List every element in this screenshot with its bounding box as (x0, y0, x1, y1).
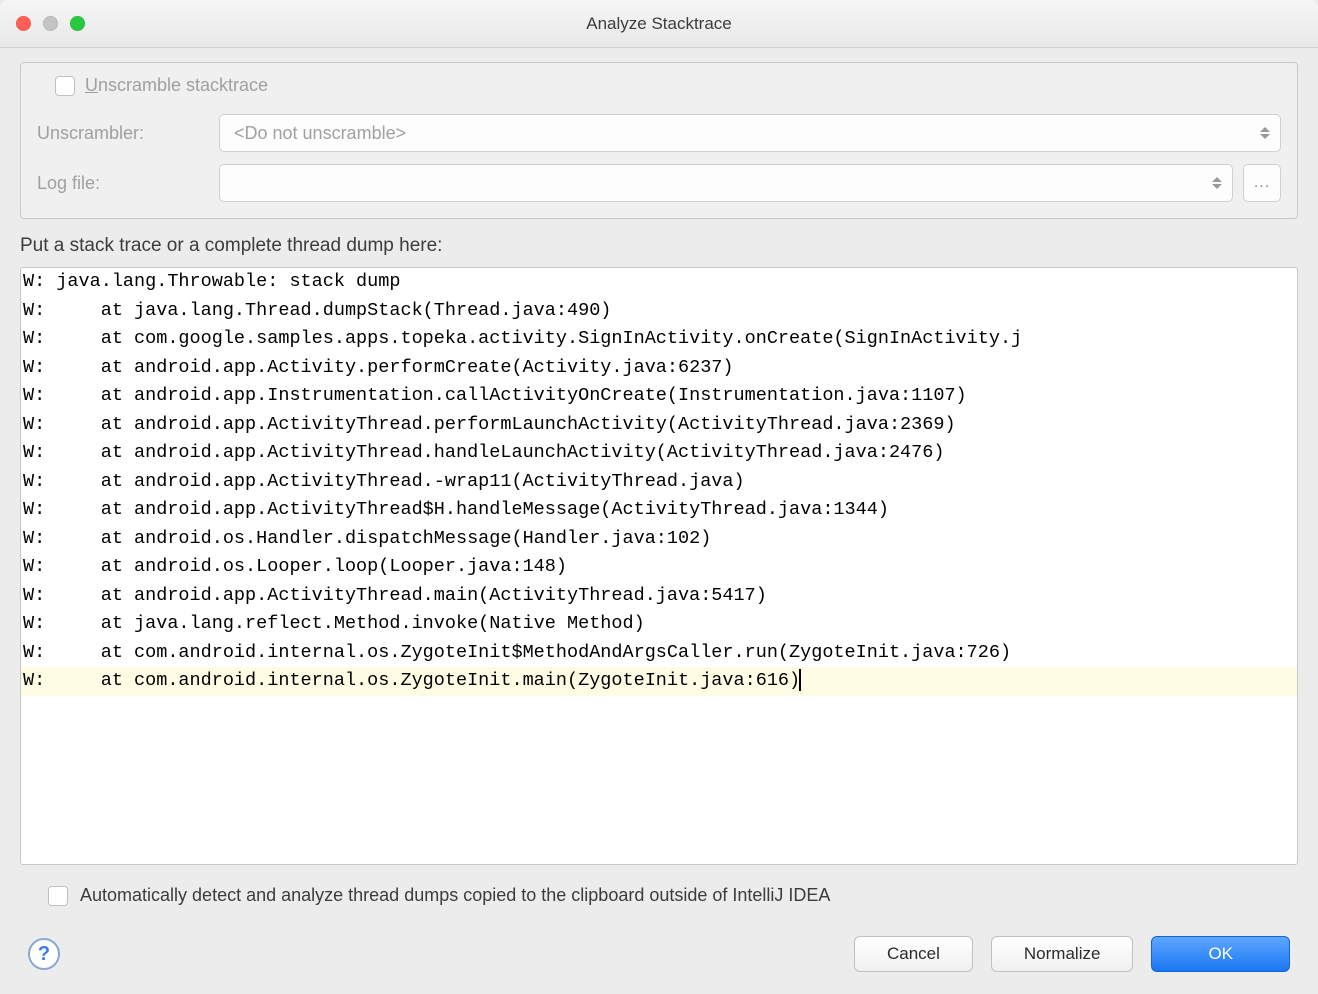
unscramble-group: Unscramble stacktrace Unscrambler: <Do n… (20, 62, 1298, 219)
stacktrace-line: W: at com.android.internal.os.ZygoteInit… (21, 667, 1297, 696)
window-title: Analyze Stacktrace (586, 14, 732, 34)
cancel-button[interactable]: Cancel (854, 936, 973, 972)
auto-detect-row: Automatically detect and analyze thread … (48, 885, 1298, 906)
stacktrace-line: W: java.lang.Throwable: stack dump (21, 268, 1297, 297)
unscramble-checkbox-row: Unscramble stacktrace (55, 75, 1281, 96)
dialog-window: Analyze Stacktrace Unscramble stacktrace… (0, 0, 1318, 994)
dropdown-arrows-icon (1260, 127, 1270, 139)
maximize-window-button[interactable] (70, 16, 85, 31)
input-arrows-icon (1212, 177, 1222, 189)
stacktrace-line: W: at android.os.Handler.dispatchMessage… (21, 525, 1297, 554)
unscramble-checkbox[interactable] (55, 76, 75, 96)
stacktrace-line: W: at com.google.samples.apps.topeka.act… (21, 325, 1297, 354)
stacktrace-line: W: at java.lang.reflect.Method.invoke(Na… (21, 610, 1297, 639)
unscrambler-label: Unscrambler: (37, 123, 209, 144)
button-row: ? Cancel Normalize OK (20, 936, 1298, 984)
minimize-window-button (43, 16, 58, 31)
traffic-lights (16, 16, 85, 31)
auto-detect-label: Automatically detect and analyze thread … (80, 885, 830, 906)
text-cursor (799, 669, 801, 691)
instruction-label: Put a stack trace or a complete thread d… (20, 235, 1298, 257)
stacktrace-line: W: at android.app.ActivityThread.perform… (21, 411, 1297, 440)
stacktrace-line: W: at java.lang.Thread.dumpStack(Thread.… (21, 297, 1297, 326)
unscramble-checkbox-label: Unscramble stacktrace (85, 75, 268, 96)
unscrambler-value: <Do not unscramble> (234, 123, 406, 144)
stacktrace-line: W: at android.os.Looper.loop(Looper.java… (21, 553, 1297, 582)
content-area: Unscramble stacktrace Unscrambler: <Do n… (0, 48, 1318, 994)
help-button[interactable]: ? (28, 938, 60, 970)
auto-detect-checkbox[interactable] (48, 886, 68, 906)
stacktrace-line: W: at android.app.ActivityThread.main(Ac… (21, 582, 1297, 611)
stacktrace-line: W: at android.app.Activity.performCreate… (21, 354, 1297, 383)
stacktrace-line: W: at com.android.internal.os.ZygoteInit… (21, 639, 1297, 668)
close-window-button[interactable] (16, 16, 31, 31)
logfile-browse-button[interactable]: ... (1243, 164, 1281, 202)
stacktrace-line: W: at android.app.ActivityThread.-wrap11… (21, 468, 1297, 497)
stacktrace-line: W: at android.app.ActivityThread.handleL… (21, 439, 1297, 468)
titlebar: Analyze Stacktrace (0, 0, 1318, 48)
unscrambler-dropdown[interactable]: <Do not unscramble> (219, 114, 1281, 152)
stacktrace-line: W: at android.app.ActivityThread$H.handl… (21, 496, 1297, 525)
stacktrace-textarea[interactable]: W: java.lang.Throwable: stack dumpW: at … (20, 267, 1298, 865)
stacktrace-line: W: at android.app.Instrumentation.callAc… (21, 382, 1297, 411)
ok-button[interactable]: OK (1151, 936, 1290, 972)
normalize-button[interactable]: Normalize (991, 936, 1134, 972)
logfile-label: Log file: (37, 173, 209, 194)
unscrambler-row: Unscrambler: <Do not unscramble> (37, 114, 1281, 152)
logfile-row: Log file: ... (37, 164, 1281, 202)
logfile-input[interactable] (219, 164, 1233, 202)
